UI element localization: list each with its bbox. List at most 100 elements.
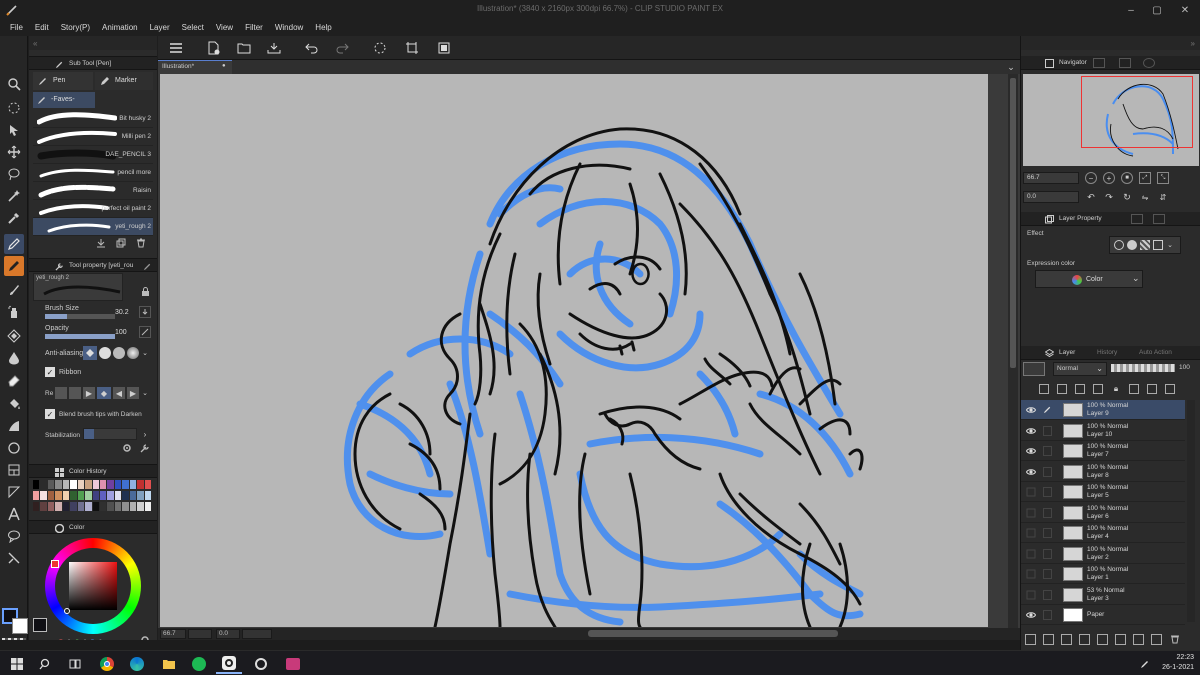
mask-icon[interactable]	[1129, 384, 1139, 394]
vertical-scrollbar-thumb[interactable]	[1010, 78, 1016, 368]
brush-item[interactable]: Raisin	[33, 182, 153, 200]
menu-view[interactable]: View	[210, 20, 239, 36]
pen-icon[interactable]	[1043, 405, 1052, 415]
visibility-eye-icon[interactable]	[1026, 446, 1036, 456]
fill-layer-icon[interactable]	[436, 40, 452, 56]
navigator-zoom-field[interactable]: 66.7	[1023, 172, 1079, 184]
color-history-swatch[interactable]	[92, 502, 99, 511]
color-history-swatch[interactable]	[144, 491, 151, 500]
color-history-swatch[interactable]	[85, 491, 92, 500]
layer-lock-toggle[interactable]	[1043, 528, 1052, 538]
brush-item[interactable]: Bit husky 2	[33, 110, 153, 128]
pen-icon[interactable]	[141, 260, 153, 272]
color-history-swatch[interactable]	[85, 480, 92, 489]
layer-lock-toggle[interactable]	[1043, 466, 1052, 477]
brush-item[interactable]: DAE_PENCIL 3	[33, 146, 153, 164]
eraser-tool-icon[interactable]	[4, 370, 24, 390]
clip-studio-paint-icon[interactable]	[216, 654, 242, 674]
brush-item[interactable]: Milli pen 2	[33, 128, 153, 146]
actual-size-icon[interactable]: ■	[1121, 172, 1133, 184]
layer-lock-toggle[interactable]	[1043, 610, 1052, 620]
chevron-down-icon[interactable]: ⌄	[1004, 60, 1018, 74]
move-tool-icon[interactable]	[4, 142, 24, 162]
chevron-down-icon[interactable]: ⌄	[1166, 240, 1174, 250]
ruler-tool-icon[interactable]	[4, 482, 24, 502]
repeat-option[interactable]: ◀	[113, 387, 125, 399]
layer-row[interactable]: 100 % Normal Layer 10	[1021, 421, 1185, 441]
color-history-swatch[interactable]	[85, 502, 92, 511]
visibility-eye-icon[interactable]	[1026, 487, 1036, 497]
rotate-left-icon[interactable]: ↶	[1085, 191, 1097, 203]
hue-handle[interactable]	[51, 560, 59, 568]
reference-layer-icon[interactable]	[1057, 384, 1067, 394]
visibility-eye-icon[interactable]	[1026, 590, 1036, 600]
layer-row[interactable]: 100 % Normal Layer 7	[1021, 441, 1185, 461]
info-icon[interactable]	[1143, 58, 1155, 68]
lock-icon[interactable]: 🔒︎	[1111, 384, 1121, 394]
navigator-preview[interactable]	[1023, 74, 1199, 166]
sub-tool-tab-pen[interactable]: Pen	[33, 72, 93, 90]
visibility-eye-icon[interactable]	[1026, 549, 1036, 559]
repeat-option[interactable]: ▶	[127, 387, 139, 399]
play-icon[interactable]: ▶	[83, 387, 95, 399]
layer-color-icon[interactable]	[1153, 240, 1163, 250]
color-history-swatch[interactable]	[144, 502, 151, 511]
layer-row[interactable]: 100 % Normal Layer 1	[1021, 564, 1185, 584]
download-icon[interactable]	[95, 237, 107, 249]
repeat-mode-selected[interactable]: ◆	[97, 387, 111, 399]
zoom-tool-icon[interactable]	[4, 74, 24, 94]
chevron-right-icon[interactable]: ›	[139, 428, 151, 440]
visibility-eye-icon[interactable]	[1026, 508, 1036, 518]
duplicate-icon[interactable]	[115, 237, 127, 249]
rotate-right-icon[interactable]: ↷	[1103, 191, 1115, 203]
text-tool-icon[interactable]	[4, 504, 24, 524]
sub-tool-tab-marker[interactable]: Marker	[95, 72, 153, 90]
draft-layer-icon[interactable]	[1075, 384, 1085, 394]
antialiasing-strong-option[interactable]	[127, 347, 139, 359]
color-picker-cursor[interactable]	[64, 608, 70, 614]
color-history-swatch[interactable]	[107, 480, 114, 489]
brush-item[interactable]: perfect oil paint 2	[33, 200, 153, 218]
layer-property-tab[interactable]	[1131, 214, 1143, 224]
status-zoom[interactable]: 66.7	[160, 629, 186, 639]
layer-opacity-slider[interactable]	[1111, 364, 1175, 372]
color-history-swatch[interactable]	[137, 480, 144, 489]
layer-lock-toggle[interactable]	[1043, 589, 1052, 600]
color-history-swatch[interactable]	[77, 491, 85, 500]
extract-line-icon[interactable]	[1127, 240, 1137, 250]
color-history-swatch[interactable]	[55, 480, 62, 489]
color-history-swatch[interactable]	[55, 502, 62, 511]
flip-horizontal-icon[interactable]: ⇋	[1139, 191, 1151, 203]
color-history-swatch[interactable]	[55, 491, 62, 500]
border-effect-icon[interactable]	[1114, 240, 1124, 250]
tone-icon[interactable]	[1140, 240, 1150, 250]
color-history-swatch[interactable]	[107, 502, 114, 511]
magic-wand-icon[interactable]	[4, 186, 24, 206]
reset-rotation-icon[interactable]: ↻	[1121, 191, 1133, 203]
color-history-swatch[interactable]	[62, 480, 70, 489]
fit-to-screen-icon[interactable]: ⤡	[1157, 172, 1169, 184]
panel-expand-bar[interactable]: »	[1021, 36, 1200, 50]
status-rotation[interactable]: 0.0	[216, 629, 240, 639]
layer-row[interactable]: 100 % Normal Layer 5	[1021, 482, 1185, 502]
color-history-swatch[interactable]	[99, 502, 107, 511]
operation-tool-icon[interactable]	[4, 98, 24, 118]
chrome-icon[interactable]	[94, 654, 120, 674]
history-tab[interactable]: History	[1097, 349, 1117, 356]
trash-icon[interactable]	[1169, 634, 1180, 645]
layer-row[interactable]: 100 % Normal Layer 4	[1021, 523, 1185, 543]
color-history-swatch[interactable]	[77, 480, 85, 489]
layer-row[interactable]: 100 % Normal Layer 9	[1021, 400, 1185, 420]
color-history-swatch[interactable]	[107, 491, 114, 500]
visibility-eye-icon[interactable]	[1026, 426, 1036, 436]
brush-tool-icon[interactable]	[4, 280, 24, 300]
stabilization-slider[interactable]	[83, 428, 137, 440]
chevron-down-icon[interactable]: ⌄	[141, 387, 149, 399]
color-history-swatch[interactable]	[33, 502, 40, 511]
maximize-button[interactable]: ▢	[1146, 2, 1168, 18]
status-rotation-slider[interactable]	[242, 629, 272, 639]
color-history-swatch[interactable]	[129, 480, 137, 489]
windows-start-icon[interactable]	[4, 654, 30, 674]
color-history-swatch[interactable]	[99, 480, 107, 489]
saturation-value-square[interactable]	[69, 562, 117, 610]
